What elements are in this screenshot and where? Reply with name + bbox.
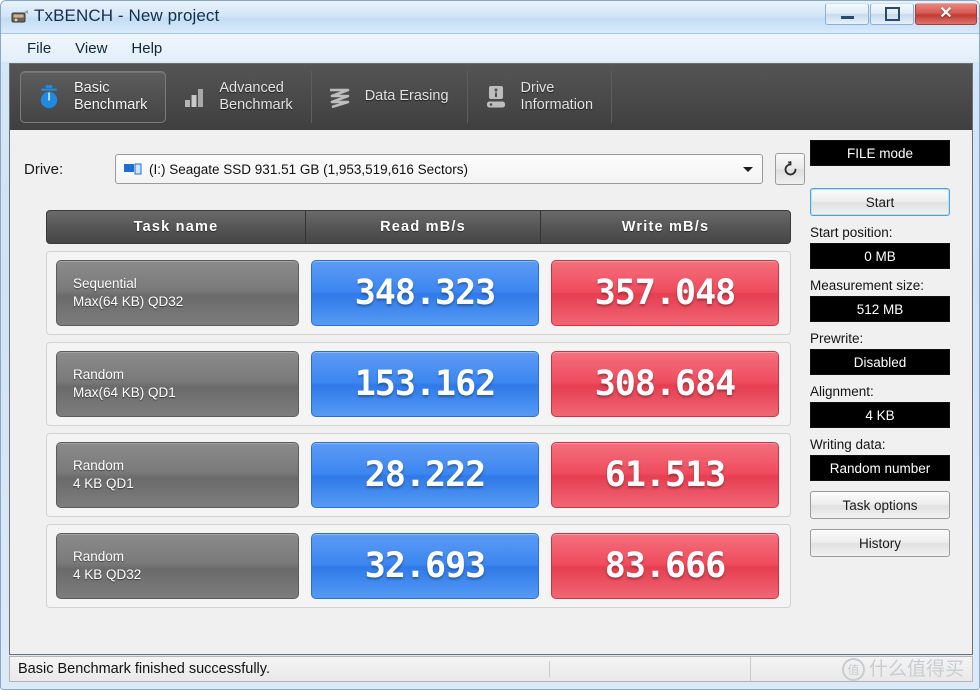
tab-label: Advanced Benchmark: [219, 79, 293, 113]
watermark: 值 什么值得买: [841, 658, 964, 681]
task-name-line2: Max(64 KB) QD32: [73, 294, 184, 309]
maximize-icon: [884, 7, 900, 21]
start-button[interactable]: Start: [810, 188, 950, 216]
prewrite-label: Prewrite:: [810, 331, 864, 346]
minimize-icon: [840, 16, 854, 19]
task-options-button[interactable]: Task options: [810, 491, 950, 519]
app-window: TxBENCH - New project ✕ File View Help B…: [0, 0, 980, 690]
tab-label: Data Erasing: [364, 88, 449, 105]
task-name-cell: Sequential Max(64 KB) QD32: [56, 260, 299, 326]
start-position-label: Start position:: [810, 225, 893, 240]
column-header-read: Read mB/s: [306, 211, 541, 243]
table-row: Random Max(64 KB) QD1 153.162 308.684: [46, 342, 791, 426]
table-row: Random 4 KB QD32 32.693 83.666: [46, 524, 791, 608]
history-button[interactable]: History: [810, 529, 950, 557]
tab-label: Drive Information: [520, 79, 594, 113]
watermark-text: 什么值得买: [868, 658, 964, 680]
stopwatch-icon: [40, 85, 58, 109]
write-value-cell: 308.684: [551, 351, 779, 417]
window-title: TxBENCH - New project: [34, 6, 220, 25]
status-message: Basic Benchmark finished successfully.: [10, 661, 550, 677]
drive-combo-icon: [124, 163, 142, 174]
menu-item-file[interactable]: File: [15, 38, 63, 59]
app-body: Basic Benchmark Advanced Benchmark Data …: [9, 63, 973, 655]
menu-item-view[interactable]: View: [63, 38, 119, 59]
task-name-line2: Max(64 KB) QD1: [73, 385, 176, 400]
tab-strip: Basic Benchmark Advanced Benchmark Data …: [10, 64, 972, 130]
write-value: 61.513: [604, 455, 726, 495]
maximize-button[interactable]: [870, 3, 914, 25]
read-value: 153.162: [354, 364, 497, 404]
read-value: 28.222: [364, 455, 486, 495]
read-value-cell: 32.693: [311, 533, 539, 599]
task-name-line2: 4 KB QD32: [73, 567, 142, 582]
task-name-cell: Random Max(64 KB) QD1: [56, 351, 299, 417]
write-value-cell: 83.666: [551, 533, 779, 599]
drive-selected-value: (I:) Seagate SSD 931.51 GB (1,953,519,61…: [149, 161, 468, 177]
write-value: 308.684: [594, 364, 737, 404]
task-name-line1: Random: [73, 549, 125, 565]
tab-advanced-benchmark[interactable]: Advanced Benchmark: [166, 71, 312, 123]
alignment-label: Alignment:: [810, 384, 874, 399]
minimize-button[interactable]: [825, 3, 869, 25]
task-name-cell: Random 4 KB QD1: [56, 442, 299, 508]
task-name-line2: 4 KB QD1: [73, 476, 134, 491]
zigzag-erase-icon: [329, 88, 349, 109]
table-row: Random 4 KB QD1 28.222 61.513: [46, 433, 791, 517]
title-bar: TxBENCH - New project ✕: [1, 1, 979, 34]
read-value-cell: 153.162: [311, 351, 539, 417]
drive-info-icon: [486, 86, 505, 108]
read-value-cell: 348.323: [311, 260, 539, 326]
write-value-cell: 357.048: [551, 260, 779, 326]
task-name-line1: Sequential: [73, 276, 137, 292]
read-value: 348.323: [354, 273, 497, 313]
status-bar: Basic Benchmark finished successfully. 值…: [9, 656, 973, 682]
write-value: 83.666: [604, 546, 726, 586]
read-value: 32.693: [364, 546, 486, 586]
close-button[interactable]: ✕: [915, 3, 977, 25]
menu-item-help[interactable]: Help: [119, 38, 174, 59]
menu-bar: File View Help: [1, 34, 979, 62]
tab-drive-information[interactable]: Drive Information: [468, 71, 613, 123]
status-segment-3: 值 什么值得买: [751, 657, 972, 681]
tab-data-erasing[interactable]: Data Erasing: [312, 71, 468, 123]
app-icon: [11, 10, 28, 23]
write-value-cell: 61.513: [551, 442, 779, 508]
file-mode-button[interactable]: FILE mode: [810, 140, 950, 166]
options-sidebar: FILE mode Start Start position: 0 MB Mea…: [810, 140, 962, 557]
task-name-line1: Random: [73, 367, 125, 383]
task-name-cell: Random 4 KB QD32: [56, 533, 299, 599]
results-header-row: Task name Read mB/s Write mB/s: [46, 210, 791, 244]
column-header-task-name: Task name: [47, 211, 306, 243]
column-header-write: Write mB/s: [621, 219, 710, 235]
table-row: Sequential Max(64 KB) QD32 348.323 357.0…: [46, 251, 791, 335]
write-value: 357.048: [594, 273, 737, 313]
tab-basic-benchmark[interactable]: Basic Benchmark: [20, 71, 167, 123]
close-icon: ✕: [939, 5, 953, 22]
watermark-logo: 值: [841, 658, 865, 681]
bar-chart-icon: [185, 89, 204, 107]
measurement-size-label: Measurement size:: [810, 278, 925, 293]
alignment-value[interactable]: 4 KB: [810, 402, 950, 428]
window-controls: ✕: [825, 3, 977, 25]
read-value-cell: 28.222: [311, 442, 539, 508]
writing-data-value[interactable]: Random number: [810, 455, 950, 481]
task-name-line1: Random: [73, 458, 125, 474]
tab-label: Basic Benchmark: [74, 79, 148, 113]
prewrite-value[interactable]: Disabled: [810, 349, 950, 375]
status-segment-2: [550, 657, 751, 681]
measurement-size-value[interactable]: 512 MB: [810, 296, 950, 322]
writing-data-label: Writing data:: [810, 437, 886, 452]
drive-label: Drive:: [24, 161, 64, 178]
refresh-button[interactable]: [775, 153, 805, 185]
content-area: Drive: (I:) Seagate SSD 931.51 GB (1,953…: [10, 130, 972, 654]
drive-select[interactable]: (I:) Seagate SSD 931.51 GB (1,953,519,61…: [115, 154, 763, 184]
refresh-icon: [784, 160, 796, 175]
results-table: Task name Read mB/s Write mB/s Sequentia…: [46, 210, 791, 608]
chevron-down-icon: [743, 167, 753, 172]
start-position-value[interactable]: 0 MB: [810, 243, 950, 269]
